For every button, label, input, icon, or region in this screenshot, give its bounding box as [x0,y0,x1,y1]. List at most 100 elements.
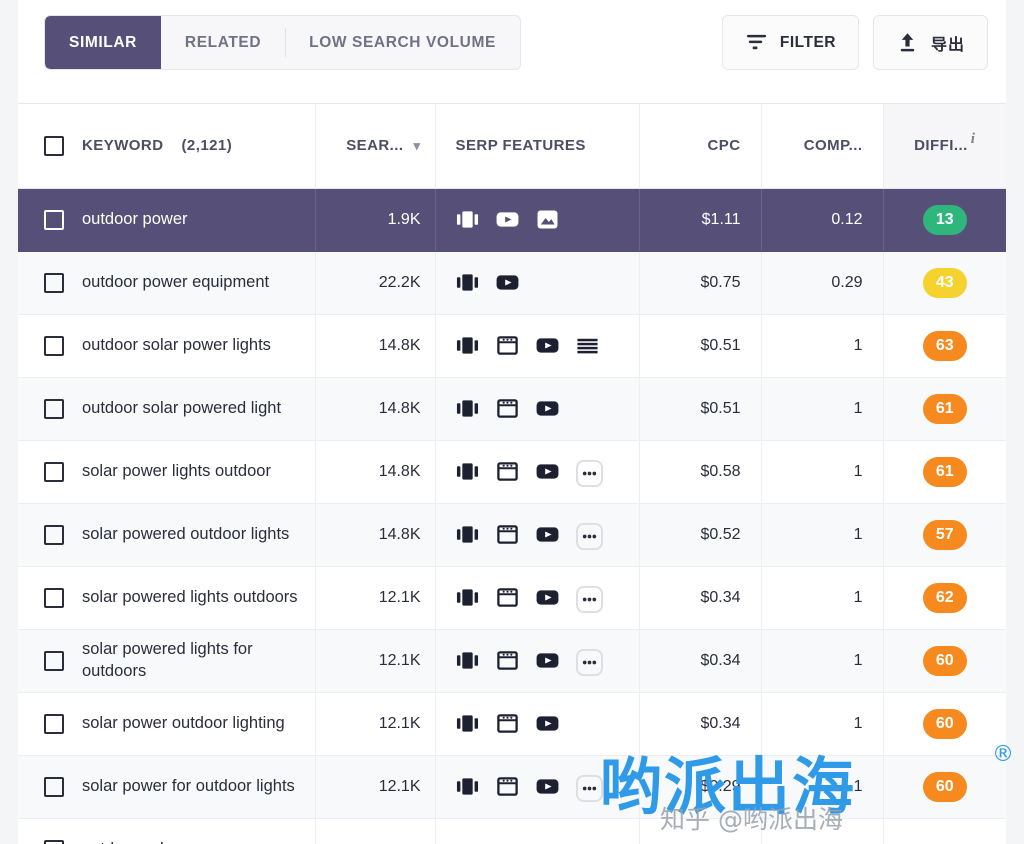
more-icon[interactable] [575,460,603,487]
chevron-down-icon[interactable]: ▾ [414,138,421,154]
table-row[interactable]: outdoor solar [18,818,1006,844]
difficulty-badge: 43 [922,267,967,298]
table-body: outdoor power 1.9K $1.11 0.12 13 outdoor powe… [18,188,1006,844]
cell-competition: 1 [761,692,884,756]
row-checkbox[interactable] [44,272,64,293]
cell-competition: 1 [761,503,884,567]
cell-keyword: outdoor solar powered light [18,377,316,441]
table-row[interactable]: outdoor power 1.9K $1.11 0.12 13 [18,188,1006,252]
carousel-icon [456,523,479,546]
cell-competition: 0.29 [761,251,884,315]
cell-difficulty [883,818,1006,844]
column-header-cpc-label: CPC [707,137,741,155]
tab-similar[interactable]: SIMILAR [45,16,161,69]
row-checkbox[interactable] [44,587,64,608]
info-icon[interactable]: i [971,131,976,148]
video-icon [536,397,559,420]
table-row[interactable]: solar power outdoor lighting 12.1K $0.34 1 6… [18,692,1006,756]
cell-competition: 1 [761,566,884,630]
table-row[interactable]: solar power for outdoor lights 12.1K $0.29… [18,755,1006,819]
row-checkbox[interactable] [44,398,64,419]
column-header-difficulty[interactable]: DIFFI... i [883,104,1006,189]
carousel-icon [456,712,479,735]
row-checkbox[interactable] [44,209,64,230]
carousel-icon [456,460,479,483]
carousel-icon [456,334,479,357]
cell-difficulty: 61 [883,377,1006,441]
cell-competition [761,818,884,844]
row-checkbox[interactable] [44,839,64,844]
table-row[interactable]: outdoor solar powered light 14.8K $0.51 1 61 [18,377,1006,441]
cell-serp-features [435,629,640,693]
table-row[interactable]: solar powered outdoor lights 14.8K $0.52 1 5… [18,503,1006,567]
cell-search-volume: 1.9K [315,188,436,252]
cell-search-volume: 14.8K [315,314,436,378]
more-icon[interactable] [575,586,603,613]
tab-related[interactable]: RELATED [161,16,285,69]
column-header-competition[interactable]: COMP... [761,104,884,189]
video-icon [536,586,559,609]
column-header-keyword[interactable]: KEYWORD (2,121) [18,104,316,189]
difficulty-badge: 60 [922,645,967,676]
table-row[interactable]: outdoor solar power lights 14.8K $0.51 1 63 [18,314,1006,378]
cell-cpc: $0.34 [639,692,762,756]
cell-cpc: $0.34 [639,629,762,693]
cell-keyword: outdoor solar [18,818,316,844]
row-checkbox[interactable] [44,335,64,356]
keyword-table: KEYWORD (2,121) SEAR... ▾ SERP FEATURES [18,104,1006,844]
cell-difficulty: 13 [883,188,1006,252]
video-icon [536,523,559,546]
table-row[interactable]: solar powered lights outdoors 12.1K $0.34 1… [18,566,1006,630]
cell-search-volume: 12.1K [315,629,436,693]
cell-cpc: $0.29 [639,755,762,819]
cell-competition: 1 [761,377,884,441]
table-row[interactable]: outdoor power equipment 22.2K $0.75 0.29 43 [18,251,1006,315]
column-header-keyword-label: KEYWORD [82,137,164,155]
row-checkbox[interactable] [44,461,64,482]
column-header-search-volume[interactable]: SEAR... ▾ [315,104,436,189]
cell-competition: 1 [761,755,884,819]
row-checkbox[interactable] [44,650,64,671]
carousel-icon [456,397,479,420]
export-label: 导出 [930,36,965,54]
cell-serp-features [435,755,640,819]
upload-icon [896,31,919,54]
cell-cpc: $0.58 [639,440,762,504]
cell-difficulty: 61 [883,440,1006,504]
cell-competition: 1 [761,440,884,504]
cell-difficulty: 60 [883,629,1006,693]
shopping-icon [496,397,519,420]
tab-low-search-volume-label: LOW SEARCH VOLUME [309,33,496,51]
row-checkbox[interactable] [44,524,64,545]
tab-low-search-volume[interactable]: LOW SEARCH VOLUME [285,16,520,69]
cell-cpc: $0.51 [639,314,762,378]
cell-difficulty: 60 [883,692,1006,756]
export-button[interactable]: 导出 [872,15,988,70]
cell-keyword: outdoor solar power lights [18,314,316,378]
keyword-text: outdoor solar powered light [82,398,282,417]
filter-icon [745,31,768,54]
cell-serp-features [435,566,640,630]
shopping-icon [496,775,519,798]
select-all-checkbox[interactable] [44,135,64,156]
table-row[interactable]: solar power lights outdoor 14.8K $0.58 1 61 [18,440,1006,504]
row-checkbox[interactable] [44,776,64,797]
cell-cpc: $0.75 [639,251,762,315]
cell-serp-features [435,377,640,441]
cell-difficulty: 57 [883,503,1006,567]
column-header-serp-features[interactable]: SERP FEATURES [435,104,640,189]
more-icon[interactable] [575,775,603,802]
table-row[interactable]: solar powered lights for outdoors 12.1K $0… [18,629,1006,693]
column-header-cpc[interactable]: CPC [639,104,762,189]
column-header-search-volume-label: SEAR... [346,137,404,155]
shopping-icon [496,334,519,357]
carousel-icon [456,586,479,609]
cell-search-volume [315,818,436,844]
more-icon[interactable] [575,649,603,676]
video-icon [536,460,559,483]
more-icon[interactable] [575,523,603,550]
cell-keyword: solar power for outdoor lights [18,755,316,819]
row-checkbox[interactable] [44,713,64,734]
cell-difficulty: 43 [883,251,1006,315]
filter-button[interactable]: FILTER [721,15,859,70]
